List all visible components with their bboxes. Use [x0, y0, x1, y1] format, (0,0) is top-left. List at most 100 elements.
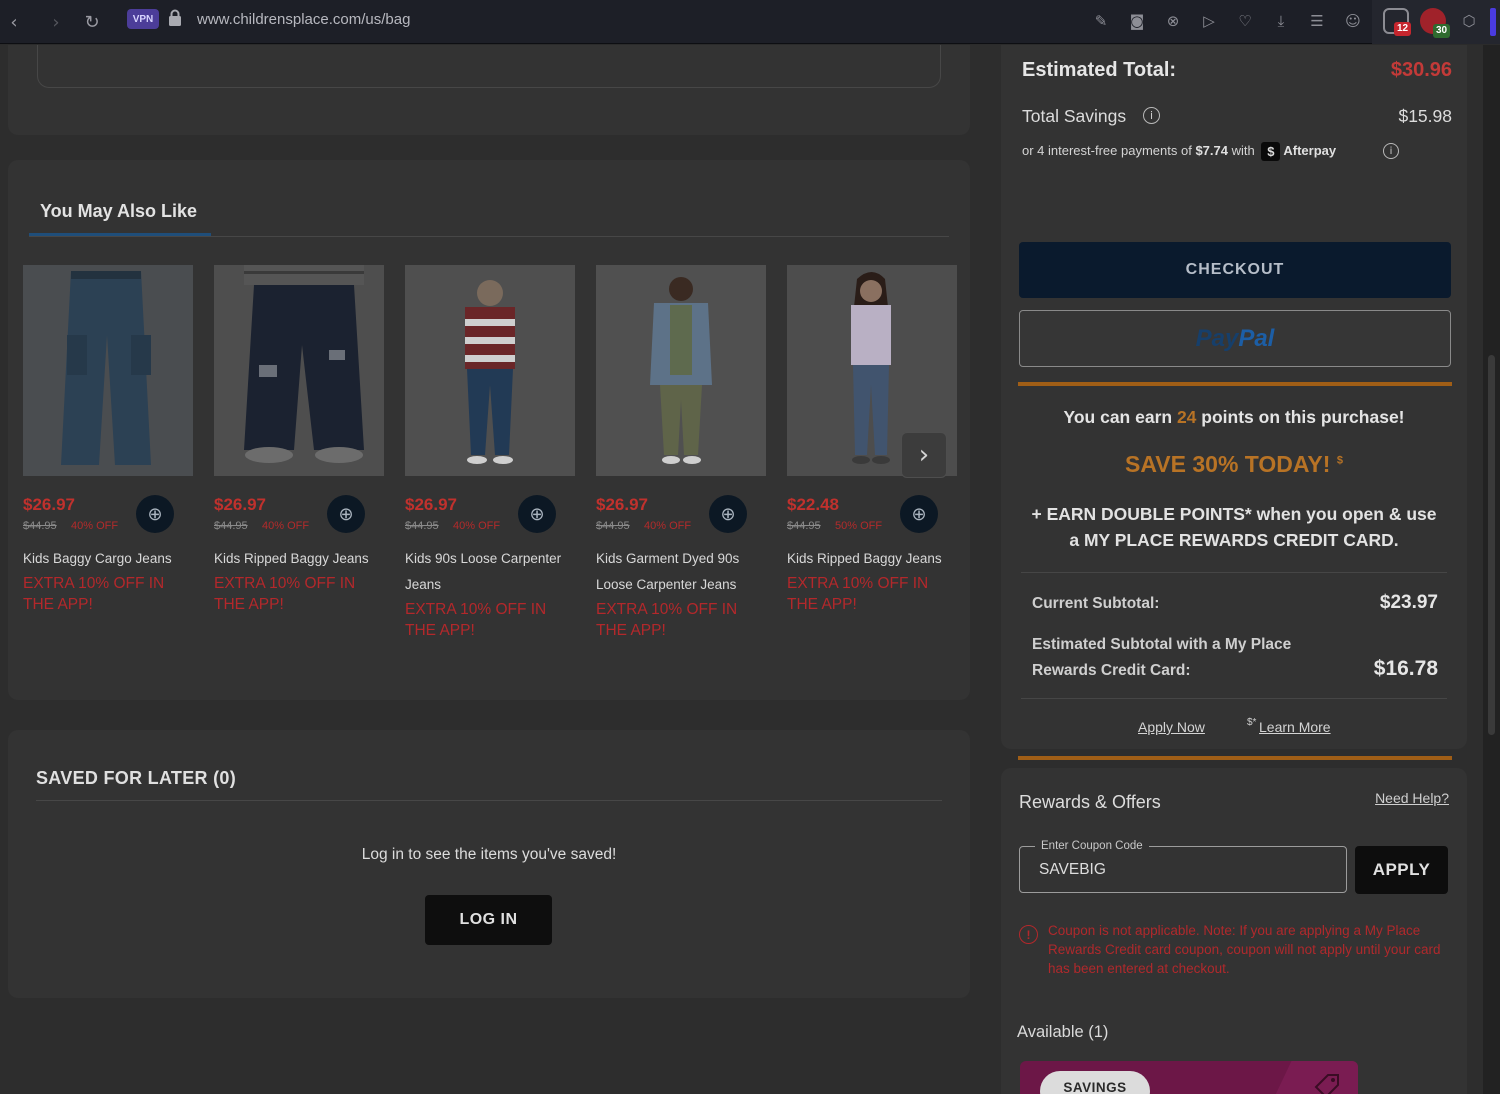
tag-icon [1312, 1071, 1342, 1094]
available-offers-label: Available (1) [1017, 1023, 1109, 1041]
save-headline: SAVE 30% TODAY! $ [1001, 451, 1467, 478]
order-summary-card: Estimated Total: $30.96 Total Savings i … [1001, 45, 1467, 760]
afterpay-prefix: or 4 interest-free payments of [1022, 142, 1192, 158]
promo-border-top [1018, 382, 1452, 386]
earn-points: 24 [1176, 407, 1197, 427]
coupon-input[interactable] [1039, 861, 1329, 879]
saved-for-later-message: Log in to see the items you've saved! [361, 846, 617, 863]
discount-label: 40% OFF [262, 520, 310, 532]
play-icon[interactable]: ▷ [1196, 8, 1222, 34]
app-promo: EXTRA 10% OFF IN THE APP! [596, 601, 738, 639]
product-image[interactable] [405, 265, 575, 476]
product-name[interactable]: Kids 90s Loose Carpenter Jeans [405, 546, 575, 598]
heart-icon[interactable]: ♡ [1232, 8, 1258, 34]
profile-icon[interactable]: ☺ [1340, 8, 1366, 34]
save-headline-mark: $ [1336, 454, 1343, 467]
product-image[interactable] [596, 265, 766, 476]
product-name[interactable]: Kids Garment Dyed 90s Loose Carpenter Je… [596, 546, 766, 598]
add-to-bag-icon[interactable]: ⊕ [709, 495, 747, 533]
estimated-subtotal-label: Estimated Subtotal with a My Place Rewar… [1032, 636, 1292, 679]
savings-pill: SAVINGS [1040, 1071, 1150, 1094]
estimated-total-value: $30.96 [1390, 59, 1452, 81]
product-image[interactable] [23, 265, 193, 476]
estimated-subtotal-value: $16.78 [1373, 657, 1438, 680]
current-subtotal-label: Current Subtotal: [1032, 595, 1160, 612]
product-card[interactable]: $26.97 $44.95 40% OFF ⊕ Kids 90s Loose C… [405, 265, 575, 639]
product-card[interactable]: $26.97 $44.95 40% OFF ⊕ Kids Garment Dye… [596, 265, 766, 639]
divider [1021, 698, 1447, 699]
info-icon[interactable]: i [1143, 107, 1160, 124]
sale-price: $22.48 [787, 495, 839, 514]
coupon-field[interactable]: Enter Coupon Code [1019, 840, 1347, 893]
vpn-badge[interactable]: VPN [127, 9, 159, 29]
save-headline-text: SAVE 30% TODAY! [1125, 451, 1331, 477]
coupon-label: Enter Coupon Code [1035, 840, 1149, 852]
extension-badge: 12 [1394, 22, 1411, 36]
original-price: $44.95 [23, 520, 57, 532]
app-promo: EXTRA 10% OFF IN THE APP! [405, 601, 547, 639]
sidebar-accent [1490, 8, 1496, 36]
cube-icon[interactable]: ⬡ [1456, 8, 1482, 34]
original-price: $44.95 [405, 520, 439, 532]
need-help-link[interactable]: Need Help? [1375, 790, 1449, 806]
double-points-message: + EARN DOUBLE POINTS* when you open & us… [1031, 504, 1437, 550]
total-savings-value: $15.98 [1398, 106, 1452, 126]
saved-for-later-title: SAVED FOR LATER (0) [36, 768, 237, 788]
product-name[interactable]: Kids Ripped Baggy Jeans [214, 546, 384, 572]
back-icon[interactable]: ‹ [0, 8, 28, 36]
offer-card[interactable]: SAVINGS [1020, 1061, 1358, 1094]
add-to-bag-icon[interactable]: ⊕ [900, 495, 938, 533]
product-image[interactable] [214, 265, 384, 476]
recommendations-card: You May Also Like $26.97 $44.95 40% OFF … [8, 160, 970, 700]
total-savings-label: Total Savings [1022, 106, 1127, 126]
edit-icon[interactable]: ✎ [1088, 8, 1114, 34]
divider [29, 236, 949, 237]
add-to-bag-icon[interactable]: ⊕ [327, 495, 365, 533]
afterpay-amount: $7.74 [1195, 142, 1228, 158]
address-bar[interactable]: www.childrensplace.com/us/bag [197, 11, 410, 28]
sale-price: $26.97 [23, 495, 75, 514]
camera-icon[interactable]: ◙ [1124, 8, 1150, 34]
apply-now-link[interactable]: Apply Now [1138, 719, 1205, 735]
discount-label: 40% OFF [71, 520, 119, 532]
earn-suffix: points on this purchase! [1201, 407, 1405, 427]
scrollbar-thumb[interactable] [1488, 355, 1495, 735]
learn-more-mark: $* [1247, 717, 1257, 728]
divider [36, 800, 942, 801]
add-to-bag-icon[interactable]: ⊕ [518, 495, 556, 533]
rewards-offers-title: Rewards & Offers [1019, 792, 1161, 812]
product-name[interactable]: Kids Baggy Cargo Jeans [23, 546, 193, 572]
product-card[interactable]: $26.97 $44.95 40% OFF ⊕ Kids Ripped Bagg… [214, 265, 384, 613]
discount-label: 40% OFF [453, 520, 501, 532]
checkout-button[interactable]: CHECKOUT [1019, 242, 1451, 298]
reload-icon[interactable]: ↻ [78, 8, 106, 36]
afterpay-message: or 4 interest-free payments of $7.74 wit… [1022, 142, 1336, 161]
app-promo: EXTRA 10% OFF IN THE APP! [23, 575, 165, 613]
product-card[interactable]: $26.97 $44.95 40% OFF ⊕ Kids Baggy Cargo… [23, 265, 193, 613]
paypal-logo-pal: Pal [1238, 324, 1275, 352]
carousel-next-icon[interactable]: › [901, 432, 947, 478]
log-in-button[interactable]: LOG IN [425, 895, 552, 945]
extension-icon[interactable]: 12 [1383, 8, 1411, 36]
afterpay-info-icon[interactable]: i [1383, 143, 1399, 159]
learn-more-link[interactable]: Learn More [1259, 719, 1331, 735]
download-icon[interactable]: ⤓ [1268, 8, 1294, 34]
page-scrollbar[interactable] [1483, 45, 1500, 1094]
paypal-button[interactable]: Pay Pal [1019, 310, 1451, 367]
coupon-error-message: Coupon is not applicable. Note: If you a… [1048, 923, 1441, 976]
product-name[interactable]: Kids Ripped Baggy Jeans [787, 546, 957, 572]
afterpay-with: with [1231, 142, 1255, 158]
forward-icon[interactable]: › [42, 8, 70, 36]
original-price: $44.95 [214, 520, 248, 532]
estimated-total-label: Estimated Total: [1022, 59, 1177, 81]
afterpay-logo-icon: $ [1261, 142, 1281, 161]
menu-icon[interactable]: ☰ [1304, 8, 1330, 34]
block-icon[interactable]: ⊗ [1160, 8, 1186, 34]
cart-items-card [8, 45, 970, 135]
add-to-bag-icon[interactable]: ⊕ [136, 495, 174, 533]
app-promo: EXTRA 10% OFF IN THE APP! [214, 575, 356, 613]
earn-points-message: You can earn 24 points on this purchase! [1001, 407, 1467, 428]
extension-icon[interactable]: 30 [1420, 8, 1450, 38]
apply-coupon-button[interactable]: APPLY [1355, 846, 1448, 894]
app-promo: EXTRA 10% OFF IN THE APP! [787, 575, 929, 613]
